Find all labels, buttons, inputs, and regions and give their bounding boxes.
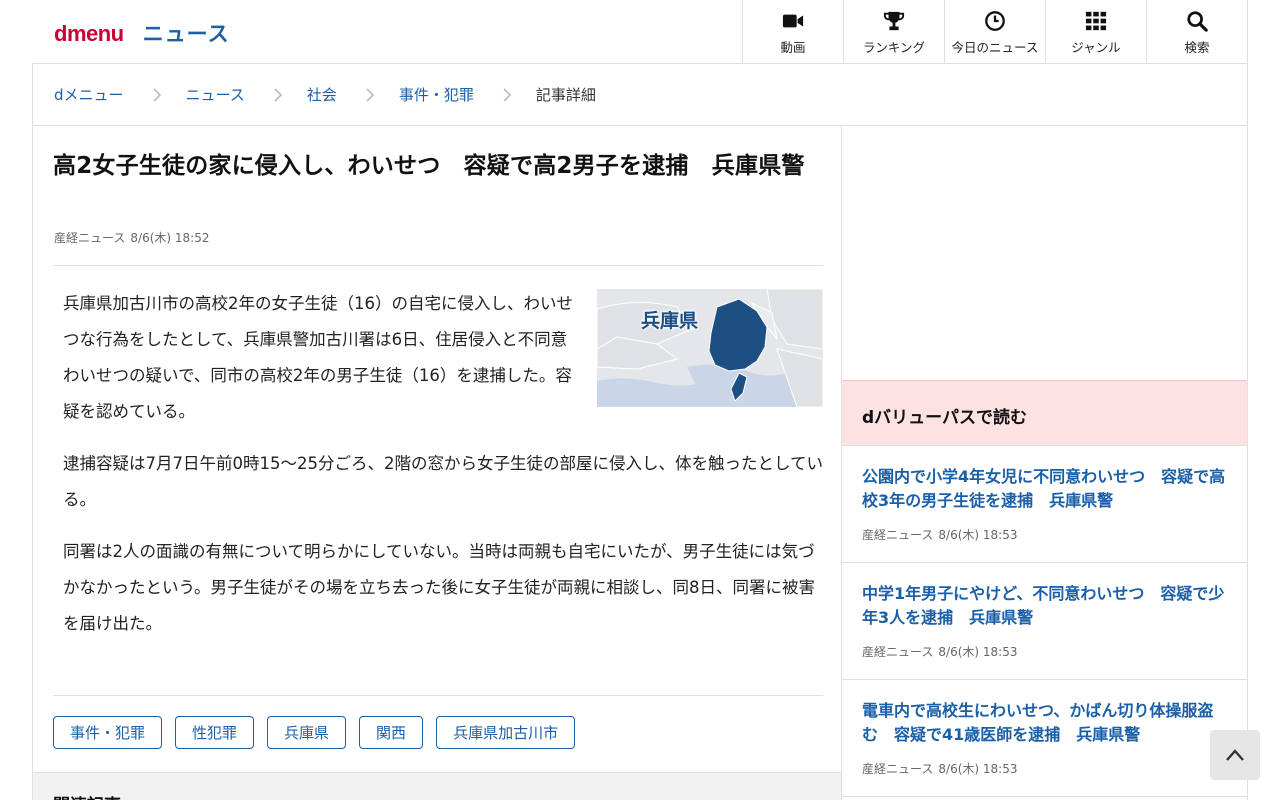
site-logo[interactable]: dmenu ニュース — [54, 18, 230, 48]
breadcrumb-crime[interactable]: 事件・犯罪 — [399, 84, 474, 105]
article-title: 高2女子生徒の家に侵入し、わいせつ 容疑で高2男子を逮捕 兵庫県警 — [53, 153, 805, 179]
nav-video[interactable]: 動画 — [743, 0, 844, 64]
nav-search[interactable]: 検索 — [1147, 0, 1248, 64]
sidebar-article[interactable]: 中学1年男子にやけど、不同意わいせつ 容疑で少年3人を逮捕 兵庫県警 産経ニュー… — [842, 563, 1247, 680]
nav-genre-label: ジャンル — [1071, 40, 1121, 55]
tag-sex-crime[interactable]: 性犯罪 — [175, 716, 255, 749]
nav-today-news-label: 今日のニュース — [951, 40, 1039, 55]
sidebar-article-source: 産経ニュース — [862, 528, 934, 542]
sidebar-article[interactable]: 公園内で小学4年女児に不同意わいせつ 容疑で高校3年の男子生徒を逮捕 兵庫県警 … — [842, 446, 1247, 563]
tag-kansai[interactable]: 関西 — [359, 716, 424, 749]
divider — [53, 265, 823, 266]
header-nav: 動画 ランキング 今日のニュース ジャンル 検索 — [742, 0, 1248, 64]
grid-icon — [1085, 11, 1107, 31]
sidebar-article-list: 公園内で小学4年女児に不同意わいせつ 容疑で高校3年の男子生徒を逮捕 兵庫県警 … — [842, 446, 1247, 797]
chevron-right-icon — [503, 87, 511, 102]
chevron-right-icon — [152, 87, 161, 102]
related-articles-title: 関連記事 — [53, 791, 121, 800]
article-paragraph: 兵庫県加古川市の高校2年の女子生徒（16）の自宅に侵入し、わいせつな行為をしたと… — [63, 294, 573, 421]
nav-today-news[interactable]: 今日のニュース — [945, 0, 1046, 64]
nav-ranking-label: ランキング — [862, 40, 926, 55]
clock-icon — [985, 11, 1005, 31]
breadcrumb: dメニュー ニュース 社会 事件・犯罪 記事詳細 — [32, 64, 1248, 126]
tag-crime[interactable]: 事件・犯罪 — [53, 716, 163, 749]
divider — [53, 695, 823, 696]
sidebar-article-meta: 産経ニュース 8/6(木) 18:53 — [862, 760, 1017, 777]
ad-space — [842, 126, 1247, 380]
sidebar: dバリューパスで読む 公園内で小学4年女児に不同意わいせつ 容疑で高校3年の男子… — [842, 126, 1248, 800]
article-meta: 産経ニュース 8/6(木) 18:52 — [54, 229, 209, 246]
tag-hyogo[interactable]: 兵庫県 — [267, 716, 347, 749]
sidebar-article-source: 産経ニュース — [862, 762, 934, 776]
nav-search-label: 検索 — [1184, 40, 1210, 55]
sidebar-article-title[interactable]: 電車内で高校生にわいせつ、かばん切り体操服盗む 容疑で41歳医師を逮捕 兵庫県警 — [862, 699, 1227, 747]
breadcrumb-news[interactable]: ニュース — [186, 84, 245, 105]
tag-kakogawa[interactable]: 兵庫県加古川市 — [436, 716, 576, 749]
nav-ranking[interactable]: ランキング — [844, 0, 945, 64]
sidebar-article[interactable]: 電車内で高校生にわいせつ、かばん切り体操服盗む 容疑で41歳医師を逮捕 兵庫県警… — [842, 680, 1247, 797]
sidebar-article-meta: 産経ニュース 8/6(木) 18:53 — [862, 643, 1017, 660]
search-icon — [1187, 11, 1208, 32]
sidebar-article-date: 8/6(木) 18:53 — [938, 645, 1018, 659]
article-body: 兵庫県加古川市の高校2年の女子生徒（16）の自宅に侵入し、わいせつな行為をしたと… — [63, 286, 823, 658]
related-articles-section: 関連記事 — [33, 772, 841, 800]
dmenu-logo[interactable]: dmenu — [54, 21, 124, 47]
nav-video-label: 動画 — [780, 40, 806, 55]
sidebar-article-source: 産経ニュース — [862, 645, 934, 659]
article-main: 高2女子生徒の家に侵入し、わいせつ 容疑で高2男子を逮捕 兵庫県警 産経ニュース… — [32, 126, 842, 800]
sidebar-article-title[interactable]: 公園内で小学4年女児に不同意わいせつ 容疑で高校3年の男子生徒を逮捕 兵庫県警 — [862, 465, 1227, 513]
dvalue-pass-title: dバリューパスで読む — [862, 408, 1027, 428]
sidebar-article-title[interactable]: 中学1年男子にやけど、不同意わいせつ 容疑で少年3人を逮捕 兵庫県警 — [862, 582, 1227, 630]
site-header: dmenu ニュース 動画 ランキング 今日のニュース ジャンル 検索 — [32, 0, 1248, 64]
scroll-to-top-button[interactable] — [1210, 730, 1260, 780]
article-paragraph: 逮捕容疑は7月7日午前0時15〜25分ごろ、2階の窓から女子生徒の部屋に侵入し、… — [63, 454, 823, 509]
breadcrumb-society[interactable]: 社会 — [307, 84, 337, 105]
news-section-label[interactable]: ニュース — [143, 18, 230, 48]
article-paragraph: 同署は2人の面識の有無について明らかにしていない。当時は両親も自宅にいたが、男子… — [63, 542, 816, 633]
sidebar-article-date: 8/6(木) 18:53 — [938, 762, 1018, 776]
video-camera-icon — [782, 14, 804, 28]
trophy-icon — [883, 11, 905, 31]
article-source: 産経ニュース — [54, 231, 126, 245]
article-date: 8/6(木) 18:52 — [130, 231, 210, 245]
tag-list: 事件・犯罪 性犯罪 兵庫県 関西 兵庫県加古川市 — [53, 716, 576, 749]
nav-genre[interactable]: ジャンル — [1046, 0, 1147, 64]
sidebar-article-meta: 産経ニュース 8/6(木) 18:53 — [862, 526, 1017, 543]
dvalue-pass-header: dバリューパスで読む — [842, 380, 1247, 446]
chevron-right-icon — [274, 87, 282, 102]
breadcrumb-dmenu[interactable]: dメニュー — [54, 84, 124, 105]
chevron-right-icon — [366, 87, 374, 102]
chevron-up-icon — [1226, 749, 1244, 761]
sidebar-article-date: 8/6(木) 18:53 — [938, 528, 1018, 542]
breadcrumb-article-detail: 記事詳細 — [535, 86, 596, 104]
